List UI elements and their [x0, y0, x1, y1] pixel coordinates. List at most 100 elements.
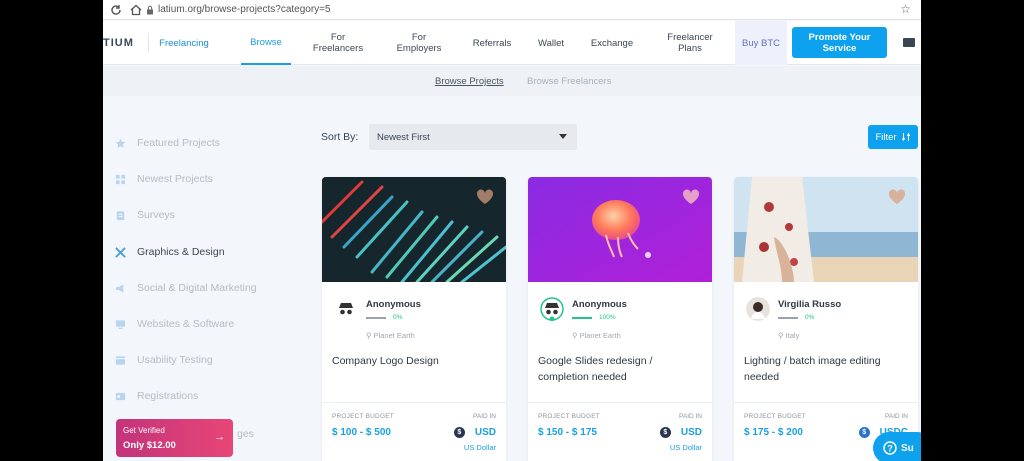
browse-subtabs: Browse Projects Browse Freelancers [103, 66, 921, 96]
user-avatar [746, 297, 770, 321]
project-title[interactable]: Company Logo Design [332, 353, 498, 369]
anonymous-avatar-icon [334, 297, 358, 321]
verify-price: Only $12.00 [123, 440, 176, 451]
budget-label: PROJECT BUDGET [332, 413, 394, 420]
address-bar[interactable]: latium.org/browse-projects?category=5 [158, 4, 331, 15]
budget-value: $ 175 - $ 200 [744, 427, 803, 438]
project-title[interactable]: Lighting / batch image editing needed [744, 353, 910, 385]
nav-wallet[interactable]: Wallet [531, 21, 571, 65]
site-logo[interactable]: TIUM [103, 37, 134, 49]
location: ⚲ Planet Earth [366, 331, 415, 340]
sort-select[interactable]: Newest First [369, 124, 577, 150]
project-card[interactable]: Virgilia Russo 0% ⚲ Italy Lighting / bat… [734, 177, 918, 461]
sidebar-item-newest[interactable]: Newest Projects [115, 171, 213, 187]
currency-code: USD [474, 427, 496, 438]
sort-value: Newest First [377, 132, 430, 143]
sidebar-item-graphics-design[interactable]: Graphics & Design [115, 244, 225, 260]
project-card[interactable]: Anonymous 100% ⚲ Planet Earth Google Sli… [528, 177, 712, 461]
sidebar-item-label: Social & Digital Marketing [137, 282, 257, 294]
lock-icon [147, 5, 153, 15]
sidebar-item-surveys[interactable]: Surveys [115, 207, 175, 223]
location-text: Italy [785, 331, 800, 340]
card-divider [528, 402, 712, 403]
get-verified-banner[interactable]: Get Verified Only $12.00 → [116, 419, 233, 457]
svg-text:?: ? [887, 444, 893, 454]
paid-in-label: PAID IN [679, 413, 702, 420]
nav-exchange[interactable]: Exchange [585, 21, 639, 65]
sidebar-item-social-marketing[interactable]: Social & Digital Marketing [115, 280, 257, 296]
author-name: Anonymous [366, 299, 421, 310]
sidebar-item-registrations[interactable]: Registrations [115, 388, 198, 404]
rating-bar [366, 317, 386, 319]
rating-percent: 0% [393, 314, 403, 321]
nav-for-employers[interactable]: For Employers [391, 21, 447, 65]
home-icon[interactable] [129, 3, 143, 17]
sliders-icon [901, 133, 910, 141]
rating-bar [778, 317, 798, 319]
heart-icon[interactable] [888, 189, 906, 205]
filter-label: Filter [875, 131, 897, 143]
project-title[interactable]: Google Slides redesign / completion need… [538, 353, 704, 385]
browser-viewport: latium.org/browse-projects?category=5 ☆ … [103, 0, 921, 461]
support-chat-button[interactable]: ? Su [873, 432, 921, 461]
id-card-icon [115, 392, 126, 400]
nav-freelancer-plans[interactable]: Freelancer Plans [659, 21, 721, 65]
heart-icon[interactable] [476, 189, 494, 205]
promote-service-button[interactable]: Promote Your Service [792, 27, 887, 58]
card-divider [322, 402, 506, 403]
author-name: Anonymous [572, 299, 627, 310]
rating-percent: 0% [805, 314, 815, 321]
mail-icon[interactable] [903, 38, 915, 47]
arrow-right-icon: → [214, 431, 225, 443]
card-divider [734, 402, 918, 403]
rating-percent: 100% [599, 314, 616, 321]
sidebar-item-label: Graphics & Design [137, 246, 225, 258]
sidebar-item-websites-software[interactable]: Websites & Software [115, 316, 234, 332]
sidebar-item-label: Usability Testing [137, 354, 213, 366]
rating-bar [572, 317, 592, 319]
site-header: TIUM Freelancing Browse For Freelancers … [103, 21, 921, 65]
currency-name: US Dollar [669, 443, 702, 452]
help-icon: ? [883, 441, 897, 455]
sidebar-item-label: Featured Projects [137, 137, 220, 149]
dollar-coin-icon: $ [659, 427, 671, 438]
verify-title: Get Verified [123, 426, 165, 435]
sidebar-item-label: Newest Projects [137, 173, 213, 185]
sidebar-item-partial[interactable]: ges [237, 426, 254, 442]
currency-code: USD [680, 427, 702, 438]
budget-value: $ 100 - $ 500 [332, 427, 391, 438]
author-name: Virgilia Russo [778, 299, 842, 310]
project-card[interactable]: Anonymous 0% ⚲ Planet Earth Company Logo… [322, 177, 506, 461]
paid-in-label: PAID IN [473, 413, 496, 420]
anonymous-avatar-icon [540, 297, 564, 321]
sidebar-item-label: ges [237, 428, 254, 440]
filter-button[interactable]: Filter [868, 125, 918, 149]
sidebar-item-label: Surveys [137, 209, 175, 221]
usdc-coin-icon: $ [858, 427, 870, 438]
star-icon [115, 138, 126, 148]
tab-browse-freelancers[interactable]: Browse Freelancers [527, 76, 611, 87]
nav-for-freelancers[interactable]: For Freelancers [307, 21, 369, 65]
reload-icon[interactable] [109, 3, 123, 17]
currency: $ USD [453, 427, 496, 438]
sidebar-item-featured[interactable]: Featured Projects [115, 135, 220, 151]
sidebar-item-usability-testing[interactable]: Usability Testing [115, 352, 213, 368]
support-label: Su [901, 442, 914, 454]
nav-freelancing[interactable]: Freelancing [153, 21, 215, 65]
sidebar-item-label: Registrations [137, 390, 199, 402]
nav-referrals[interactable]: Referrals [467, 21, 517, 65]
bookmark-star-icon[interactable]: ☆ [900, 2, 911, 16]
nav-buy-btc[interactable]: Buy BTC [735, 21, 787, 65]
heart-icon[interactable] [682, 189, 700, 205]
currency-name: US Dollar [463, 443, 496, 452]
location-text: Planet Earth [579, 331, 621, 340]
grid-icon [115, 174, 126, 184]
sort-label: Sort By: [321, 131, 359, 143]
nav-browse[interactable]: Browse [241, 21, 291, 65]
budget-value: $ 150 - $ 175 [538, 427, 597, 438]
paid-in-label: PAID IN [885, 413, 908, 420]
dollar-coin-icon: $ [453, 427, 465, 438]
currency: $ USD [659, 427, 702, 438]
tab-browse-projects[interactable]: Browse Projects [435, 76, 504, 87]
location: ⚲ Planet Earth [572, 331, 621, 340]
